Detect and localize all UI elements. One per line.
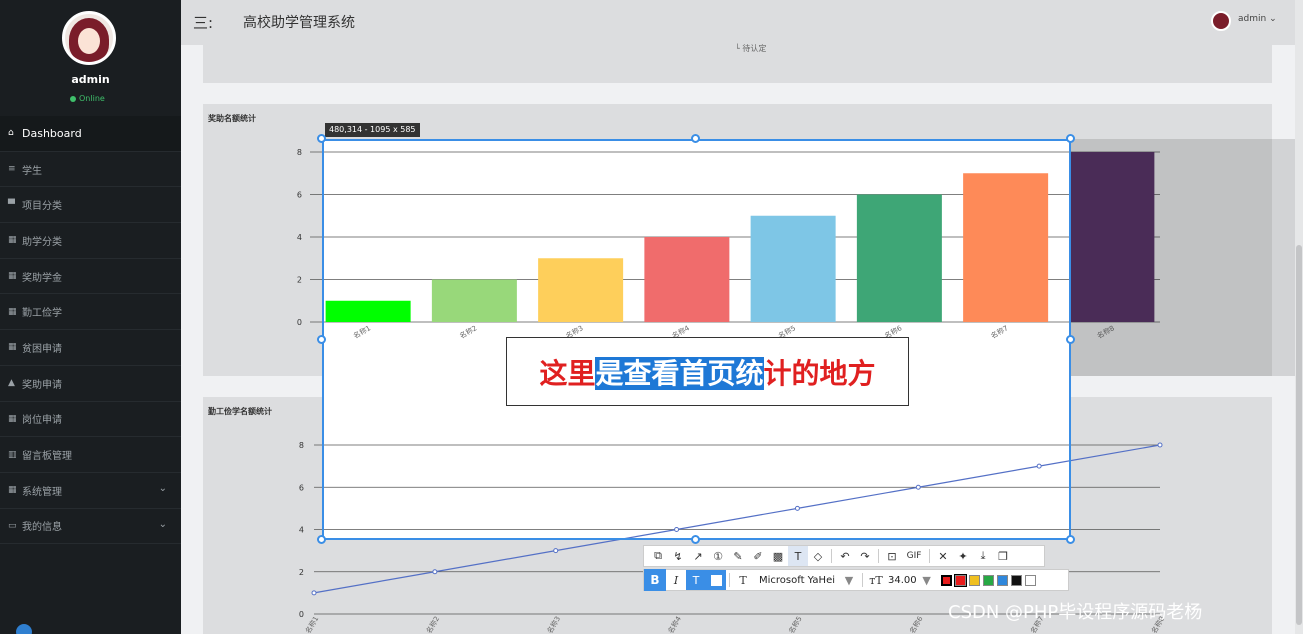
italic-button[interactable]: I (666, 570, 686, 590)
x-tick-label: 名称3 (545, 615, 562, 634)
y-tick-label: 4 (297, 233, 302, 242)
x-tick-label: 名称5 (787, 615, 804, 634)
y-tick-label: 0 (299, 610, 304, 619)
mosaic-icon[interactable]: ▩ (768, 546, 788, 566)
resize-handle[interactable] (1066, 134, 1075, 143)
resize-handle[interactable] (317, 335, 326, 344)
marker-icon[interactable]: ✐ (748, 546, 768, 566)
text-style-toolbar: B I T T Microsoft YaHei ▼ ᴛT 34.00 ▼ (643, 569, 1069, 591)
eraser-icon[interactable]: ◇ (808, 546, 828, 566)
copy-icon[interactable]: ❐ (993, 546, 1013, 566)
annotation-part-1: 这里 (539, 356, 596, 390)
color-swatch[interactable] (1010, 574, 1022, 586)
shape-icon[interactable]: ⧉ (648, 546, 668, 566)
resize-handle[interactable] (317, 134, 326, 143)
toolbar-divider (878, 549, 879, 563)
y-tick-label: 0 (297, 318, 302, 327)
annotation-text: 这里是查看首页统计的地方 (539, 352, 876, 392)
undo-icon[interactable]: ↶ (835, 546, 855, 566)
font-size-input[interactable]: 34.00 (888, 575, 917, 586)
resize-handle[interactable] (691, 134, 700, 143)
line-point-3 (553, 548, 559, 554)
font-dropdown-icon[interactable]: ▼ (839, 570, 859, 590)
toolbar-divider (729, 573, 730, 587)
gif-button[interactable]: GIF (902, 546, 926, 566)
line-point-1 (311, 590, 317, 596)
annotation-text-box[interactable]: 这里是查看首页统计的地方 (506, 337, 909, 406)
y-tick-label: 2 (299, 568, 304, 577)
x-tick-label: 名称4 (666, 614, 683, 634)
background-swatch (710, 574, 722, 586)
font-size-dropdown-icon[interactable]: ▼ (917, 570, 937, 590)
x-tick-label: 名称1 (303, 615, 320, 634)
resize-handle[interactable] (1066, 535, 1075, 544)
text-icon[interactable]: T (788, 546, 808, 566)
y-tick-label: 4 (299, 526, 304, 535)
y-tick-label: 8 (299, 441, 304, 450)
resize-handle[interactable] (1066, 335, 1075, 344)
pen-icon[interactable]: ✎ (728, 546, 748, 566)
corner-badge-icon (16, 624, 32, 634)
color-swatch[interactable] (968, 574, 980, 586)
font-size-icon: ᴛT (869, 573, 883, 587)
arrow-icon[interactable]: ↗ (688, 546, 708, 566)
font-icon: T (739, 573, 747, 587)
line-point-8 (1157, 442, 1163, 448)
bold-button[interactable]: B (644, 569, 666, 591)
annotation-selected-text: 是查看首页统 (595, 356, 764, 390)
y-tick-label: 8 (297, 148, 302, 157)
text-background-button[interactable] (706, 570, 726, 590)
y-tick-label: 6 (299, 483, 304, 492)
text-outline-button[interactable]: T (686, 570, 706, 590)
dim-mask (1071, 139, 1295, 376)
capture-toolbar: ⧉ ↯ ↗ ① ✎ ✐ ▩ T ◇ ↶ ↷ ⊡ GIF ✕ ✦ ⤓ ❐ (643, 545, 1045, 567)
toolbar-divider (929, 549, 930, 563)
font-family-select[interactable]: Microsoft YaHei (759, 575, 835, 586)
pin-icon[interactable]: ✦ (953, 546, 973, 566)
color-palette (940, 573, 1039, 587)
watermark: CSDN @PHP毕设程序源码老杨 (948, 602, 1203, 623)
toolbar-divider (862, 573, 863, 587)
resize-handle[interactable] (317, 535, 326, 544)
line-point-2 (432, 569, 438, 575)
number-icon[interactable]: ① (708, 546, 728, 566)
redo-icon[interactable]: ↷ (855, 546, 875, 566)
toolbar-divider (831, 549, 832, 563)
color-swatch[interactable] (1024, 574, 1036, 586)
x-tick-label: 名称2 (424, 615, 441, 634)
current-color-swatch[interactable] (940, 574, 952, 586)
close-icon[interactable]: ✕ (933, 546, 953, 566)
download-icon[interactable]: ⤓ (973, 546, 993, 566)
color-swatch[interactable] (996, 574, 1008, 586)
x-tick-label: 名称6 (908, 614, 925, 634)
y-tick-label: 2 (297, 276, 302, 285)
resize-handle[interactable] (691, 535, 700, 544)
color-swatch[interactable] (953, 573, 967, 587)
save-icon[interactable]: ⊡ (882, 546, 902, 566)
selection-dimensions: 480,314 - 1095 x 585 (325, 123, 420, 137)
color-swatch[interactable] (982, 574, 994, 586)
polyline-icon[interactable]: ↯ (668, 546, 688, 566)
y-tick-label: 6 (297, 191, 302, 200)
annotation-part-3: 计的地方 (763, 356, 876, 390)
